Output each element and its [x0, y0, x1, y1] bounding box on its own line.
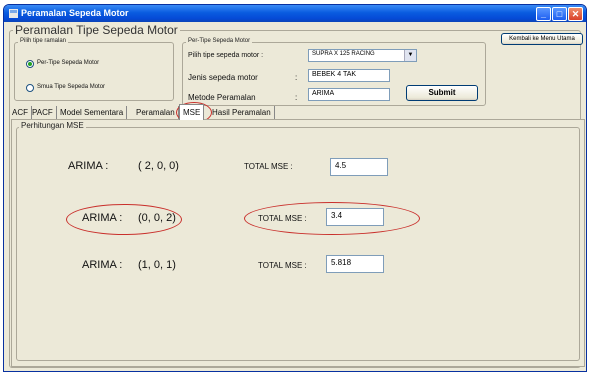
radio-semua-tipe-label: Smua Tipe Sepeda Motor	[37, 84, 106, 90]
arima-order: (1, 0, 1)	[138, 259, 176, 271]
total-mse-label: TOTAL MSE :	[258, 214, 307, 223]
metode-field[interactable]: ARIMA	[308, 88, 390, 101]
total-mse-label: TOTAL MSE :	[244, 162, 293, 171]
arima-label: ARIMA :	[68, 160, 109, 172]
per-tipe-group-label: Per-Tipe Sepeda Motor	[186, 38, 253, 44]
minimize-button[interactable]: _	[536, 7, 551, 21]
arima-order: (0, 0, 2)	[138, 212, 176, 224]
main-frame-title: Peramalan Tipe Sepeda Motor	[13, 23, 180, 37]
total-mse-field[interactable]: 3.4	[326, 208, 384, 226]
tab-pacf[interactable]: PACF	[29, 106, 57, 119]
close-button[interactable]: ✕	[568, 7, 583, 21]
total-mse-field[interactable]: 4.5	[330, 158, 388, 176]
tipe-motor-select[interactable]: SUPRA X 125 RACING ▼	[308, 49, 417, 62]
ramalan-type-group	[14, 42, 174, 101]
tab-mse[interactable]: MSE	[179, 104, 205, 120]
radio-per-tipe-label: Per-Tipe Sepeda Motor	[37, 60, 100, 66]
ramalan-type-group-label: Pilih tipe ramalan	[18, 38, 69, 44]
tipe-motor-select-value: SUPRA X 125 RACING	[312, 51, 375, 57]
app-icon	[9, 9, 18, 18]
mse-group-label: Perhitungan MSE	[19, 121, 86, 130]
pilih-tipe-label: Pilih tipe sepeda motor :	[188, 52, 264, 59]
tab-hasil-peramalan[interactable]: Hasil Peramalan	[209, 106, 275, 119]
tab-model-sementara[interactable]: Model Sementara	[57, 106, 128, 119]
back-to-menu-button[interactable]: Kembali ke Menu Utama	[501, 33, 583, 45]
radio-per-tipe[interactable]	[26, 60, 34, 68]
metode-colon: :	[295, 93, 298, 102]
jenis-motor-colon: :	[295, 73, 298, 82]
window-title: Peramalan Sepeda Motor	[21, 8, 129, 18]
total-mse-field[interactable]: 5.818	[326, 255, 384, 273]
maximize-button[interactable]: □	[552, 7, 567, 21]
tab-peramalan[interactable]: Peramalan	[133, 106, 179, 119]
submit-button[interactable]: Submit	[406, 85, 478, 101]
jenis-motor-field[interactable]: BEBEK 4 TAK	[308, 69, 390, 82]
arima-label: ARIMA :	[82, 212, 123, 224]
title-bar[interactable]: Peramalan Sepeda Motor _ □ ✕	[4, 5, 586, 22]
app-window: Peramalan Sepeda Motor _ □ ✕ Peramalan T…	[3, 4, 587, 372]
chevron-down-icon[interactable]: ▼	[404, 50, 416, 61]
radio-semua-tipe[interactable]	[26, 84, 34, 92]
jenis-motor-label: Jenis sepeda motor	[188, 73, 258, 82]
metode-label: Metode Peramalan	[188, 93, 256, 102]
total-mse-label: TOTAL MSE :	[258, 261, 307, 270]
arima-order: ( 2, 0, 0)	[138, 160, 179, 172]
arima-label: ARIMA :	[82, 259, 123, 271]
